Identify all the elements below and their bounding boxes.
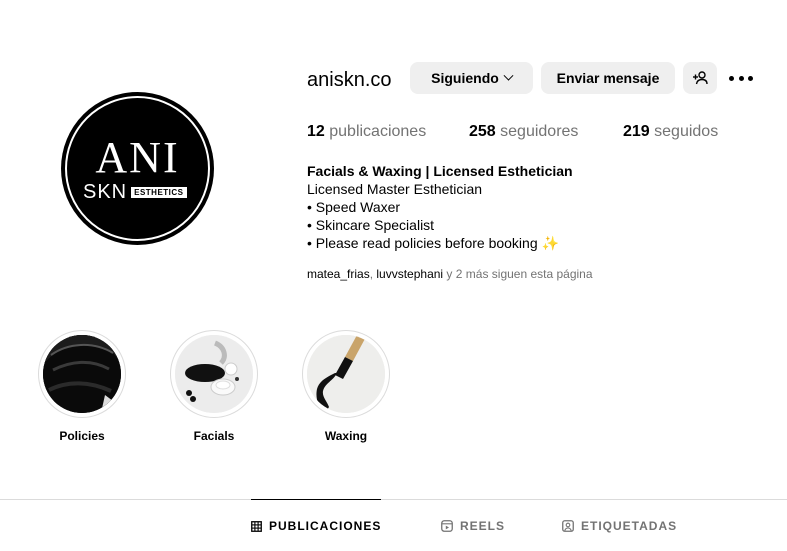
profile-avatar[interactable]: ANI SKN ESTHETICS xyxy=(61,92,214,245)
tab-reels[interactable]: REELS xyxy=(441,519,505,533)
following-stat-label: seguidos xyxy=(654,123,719,140)
skincare-swatches-image xyxy=(175,335,253,413)
tab-label: PUBLICACIONES xyxy=(269,519,382,533)
highlight-ring[interactable] xyxy=(170,330,258,418)
profile-username: aniskn.co xyxy=(307,69,392,91)
followed-by-rest: y 2 más siguen esta página xyxy=(443,267,593,281)
suggested-users-button[interactable] xyxy=(683,62,717,94)
highlight-policies[interactable]: Policies xyxy=(38,330,126,444)
stat-following[interactable]: 219 seguidos xyxy=(623,122,718,142)
highlight-ring[interactable] xyxy=(302,330,390,418)
logo-text-skn: SKN xyxy=(83,181,128,203)
black-paint-swatch-image xyxy=(43,335,121,413)
followed-by[interactable]: matea_frias, luvvstephani y 2 más siguen… xyxy=(307,266,593,282)
highlight-cover-image xyxy=(307,335,385,413)
bio-line-text: • Please read policies before booking xyxy=(307,235,542,251)
highlight-label: Policies xyxy=(59,429,105,443)
sparkles-emoji: ✨ xyxy=(541,235,559,251)
stat-posts: 12 publicaciones xyxy=(307,122,426,142)
following-button[interactable]: Siguiendo xyxy=(410,62,533,94)
send-message-label: Enviar mensaje xyxy=(556,70,660,86)
following-count: 219 xyxy=(623,123,650,140)
highlight-label: Waxing xyxy=(324,429,368,443)
bio-line: Licensed Master Esthetician xyxy=(307,181,483,197)
send-message-button[interactable]: Enviar mensaje xyxy=(541,62,675,94)
bio-line: • Skincare Specialist xyxy=(307,217,435,233)
chevron-down-icon xyxy=(503,70,514,81)
person-plus-icon xyxy=(693,71,708,85)
highlight-waxing[interactable]: Waxing xyxy=(302,330,390,444)
profile-bio: Facials & Waxing | Licensed Esthetician … xyxy=(307,162,573,252)
active-tab-indicator xyxy=(251,499,381,500)
followers-count: 258 xyxy=(469,123,496,140)
logo-text-ani: ANI xyxy=(95,133,180,182)
wax-spatula-image xyxy=(307,335,385,413)
tab-label: REELS xyxy=(460,519,506,533)
following-label: Siguiendo xyxy=(431,70,499,86)
tabs-divider xyxy=(0,499,787,500)
reels-icon xyxy=(441,520,453,532)
logo-text-esthetics: ESTHETICS xyxy=(131,186,187,198)
tagged-icon xyxy=(562,520,574,532)
stat-followers[interactable]: 258 seguidores xyxy=(469,122,578,142)
grid-icon xyxy=(251,520,262,532)
tab-label: ETIQUETADAS xyxy=(581,519,678,533)
tab-tagged[interactable]: ETIQUETADAS xyxy=(562,519,677,533)
more-options-icon[interactable] xyxy=(729,70,753,86)
logo-row: SKN ESTHETICS xyxy=(83,182,187,202)
highlight-cover-image xyxy=(43,335,121,413)
highlight-ring[interactable] xyxy=(38,330,126,418)
followed-by-user[interactable]: matea_frias xyxy=(307,267,370,281)
posts-label: publicaciones xyxy=(329,123,427,140)
bio-line: • Please read policies before booking ✨ xyxy=(307,234,573,252)
avatar-logo: ANI SKN ESTHETICS xyxy=(65,96,210,241)
followed-by-user[interactable]: luvvstephani xyxy=(376,267,443,281)
bio-line: • Speed Waxer xyxy=(307,199,401,215)
highlight-label: Facials xyxy=(193,429,235,443)
highlight-cover-image xyxy=(175,335,253,413)
tab-posts[interactable]: PUBLICACIONES xyxy=(251,519,381,533)
posts-count: 12 xyxy=(307,123,325,140)
followers-label: seguidores xyxy=(500,123,579,140)
highlight-facials[interactable]: Facials xyxy=(170,330,258,444)
bio-name: Facials & Waxing | Licensed Esthetician xyxy=(307,163,573,179)
